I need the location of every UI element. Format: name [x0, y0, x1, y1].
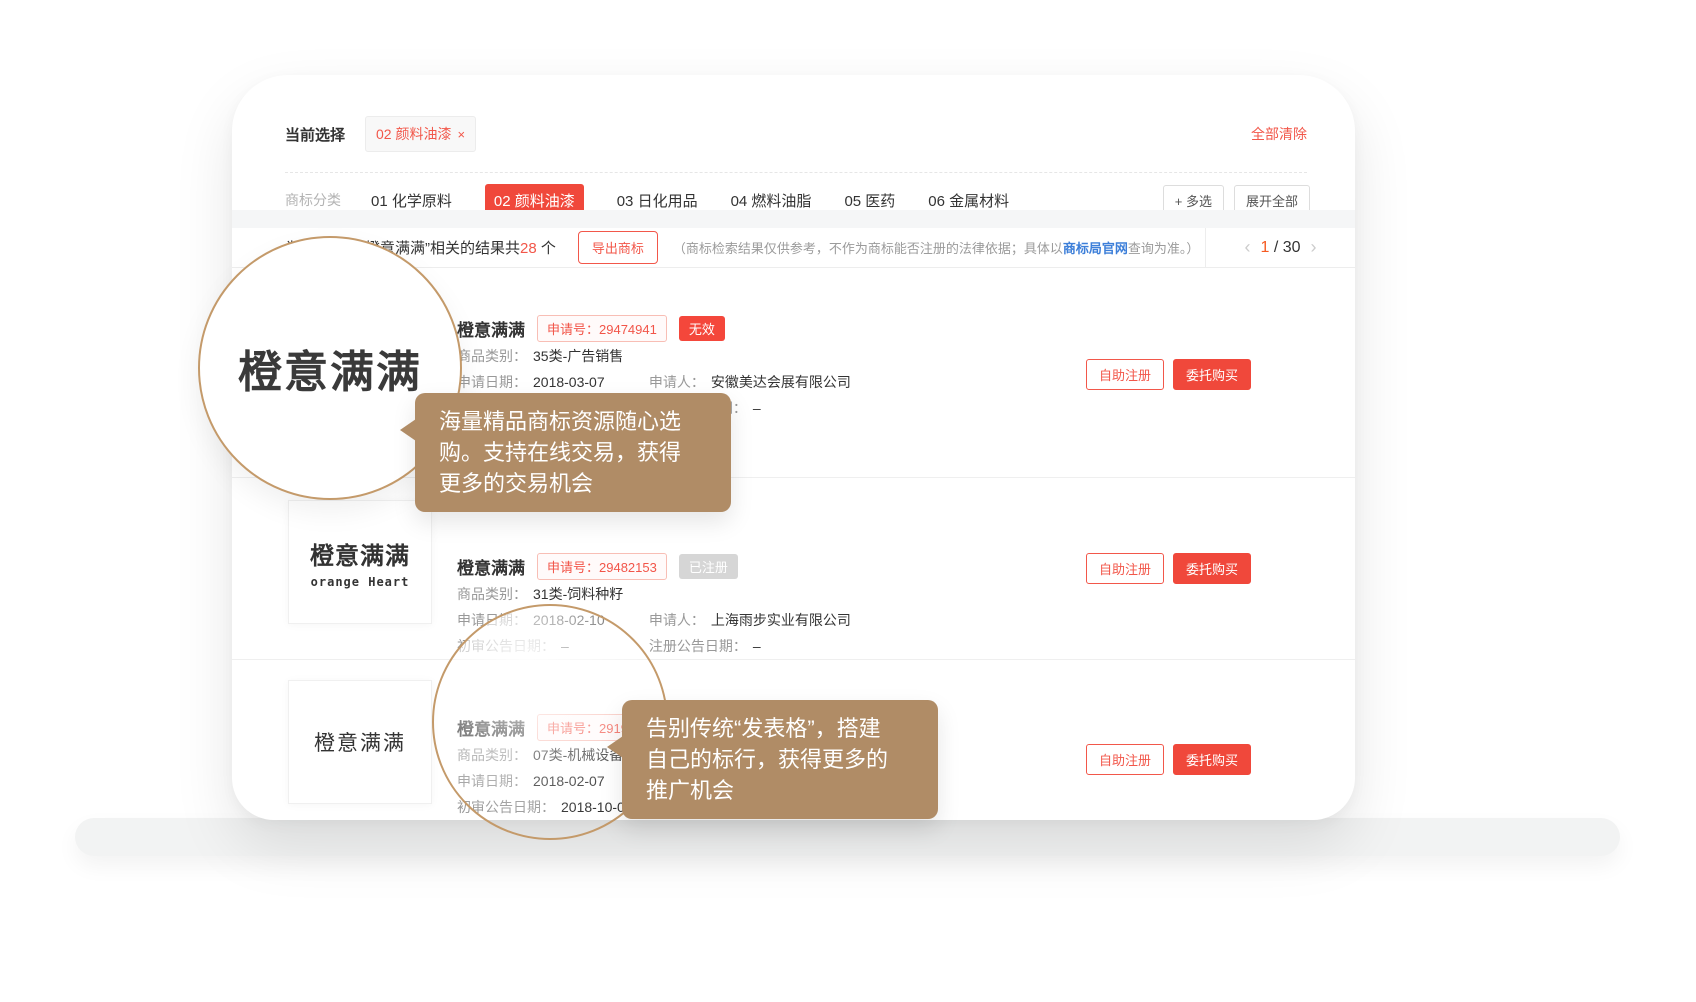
trademark-thumbnail[interactable]: 橙意满满 orange Heart	[288, 500, 432, 624]
publication-line: 初审公告日期：– 注册公告日期：–	[457, 636, 851, 656]
tooltip-line: 推广机会	[646, 775, 924, 806]
first-publication-label: 初审公告日期：	[457, 638, 555, 654]
clear-all-link[interactable]: 全部清除	[1251, 124, 1307, 144]
dates-line: 申请日期： 2018-02-10 申请人： 上海雨步实业有限公司	[457, 610, 851, 630]
tooltip-line: 自己的标行，获得更多的	[646, 744, 924, 775]
magnified-trademark-text: 橙意满满	[238, 336, 422, 400]
applicant-value: 上海雨步实业有限公司	[711, 612, 851, 628]
trademark-name: 橙意满满	[457, 554, 525, 579]
category-bar-label: 商标分类	[285, 190, 341, 210]
self-register-button[interactable]: 自助注册	[1086, 553, 1164, 584]
close-icon[interactable]: ×	[457, 127, 465, 142]
results-unit: 个	[541, 240, 556, 257]
trademark-name: 橙意满满	[457, 715, 525, 740]
apply-date-label: 申请日期：	[457, 773, 527, 789]
current-selection-bar: 当前选择 02 颜料油漆 × 全部清除	[285, 111, 1307, 157]
trademark-thumbnail[interactable]: 橙意满满	[288, 680, 432, 804]
entrust-buy-button[interactable]: 委托购买	[1173, 553, 1251, 584]
tooltip-promotion: 告别传统“发表格”，搭建 自己的标行，获得更多的 推广机会	[622, 700, 938, 819]
trademark-name: 橙意满满	[457, 316, 525, 341]
results-disclaimer: （商标检索结果仅供参考，不作为商标能否注册的法律依据；具体以商标局官网查询为准。…	[673, 238, 1200, 257]
tooltip-line: 海量精品商标资源随心选	[439, 406, 717, 437]
current-page: 1	[1260, 239, 1269, 256]
category-line: 商品类别： 31类-饲料种籽	[457, 584, 851, 604]
apply-date-value: 2018-02-07	[533, 773, 605, 789]
trademark-details: 橙意满满 申请号：29482153 已注册 商品类别： 31类-饲料种籽 申请日期…	[457, 554, 851, 656]
category-line: 商品类别： 35类-广告销售	[457, 346, 851, 366]
first-publication-label: 初审公告日期：	[457, 799, 555, 815]
chevron-right-icon[interactable]: ›	[1311, 237, 1317, 258]
laptop-base-bar	[75, 818, 1620, 856]
category-item-04[interactable]: 04 燃料油脂	[731, 190, 812, 211]
result-row-2: 橙意满满 orange Heart 橙意满满 申请号：29482153 已注册 …	[232, 478, 1355, 660]
tooltip-trade-resources: 海量精品商标资源随心选 购。支持在线交易，获得 更多的交易机会	[415, 393, 731, 512]
application-number-value: 29482153	[599, 560, 657, 575]
entrust-buy-button[interactable]: 委托购买	[1173, 359, 1251, 390]
apply-date-label: 申请日期：	[457, 612, 527, 628]
application-number-label: 申请号：	[547, 560, 599, 575]
status-badge: 无效	[679, 316, 725, 341]
category-item-06[interactable]: 06 金属材料	[928, 190, 1009, 211]
plus-icon: +	[1175, 194, 1183, 209]
row-actions: 自助注册 委托购买	[1086, 359, 1251, 390]
registration-publication-label: 注册公告日期：	[649, 638, 747, 654]
application-number-value: 29474941	[599, 322, 657, 337]
tooltip-line: 购。支持在线交易，获得	[439, 437, 717, 468]
apply-date-value: 2018-02-10	[533, 612, 605, 628]
registration-publication-value: –	[753, 400, 761, 416]
total-pages: 30	[1283, 239, 1301, 256]
disclaimer-text-post: 查询为准。）	[1128, 241, 1200, 256]
thumbnail-subtext: orange Heart	[311, 575, 410, 589]
selected-filter-tag-label: 02 颜料油漆	[376, 124, 451, 144]
dates-line: 申请日期： 2018-03-07 申请人： 安徽美达会展有限公司	[457, 372, 851, 392]
current-selection-label: 当前选择	[285, 124, 345, 145]
multi-select-label: 多选	[1186, 194, 1212, 209]
page: 当前选择 02 颜料油漆 × 全部清除 商标分类 01 化学原料 02 颜料油漆…	[0, 0, 1696, 1002]
results-count: 28	[520, 240, 537, 257]
thumbnail-text: 橙意满满	[314, 727, 406, 757]
pagination: ‹ 1 / 30 ›	[1205, 228, 1355, 267]
tooltip-arrow-left-icon	[607, 736, 623, 758]
apply-date-value: 2018-03-07	[533, 374, 605, 390]
first-publication-value: –	[561, 638, 569, 654]
entrust-buy-button[interactable]: 委托购买	[1173, 744, 1251, 775]
status-badge: 已注册	[679, 554, 738, 579]
category-value: 35类-广告销售	[533, 348, 623, 364]
category-item-05[interactable]: 05 医药	[844, 190, 895, 211]
application-number-tag: 申请号：29474941	[537, 315, 667, 342]
self-register-button[interactable]: 自助注册	[1086, 359, 1164, 390]
disclaimer-text-pre: （商标检索结果仅供参考，不作为商标能否注册的法律依据；具体以	[673, 241, 1063, 256]
trademark-title-row: 橙意满满 申请号：29474941 无效	[457, 316, 851, 340]
thumbnail-text: 橙意满满	[310, 536, 410, 571]
trademark-title-row: 橙意满满 申请号：29482153 已注册	[457, 554, 851, 578]
tooltip-line: 更多的交易机会	[439, 468, 717, 499]
applicant-label: 申请人：	[649, 612, 705, 628]
export-trademark-button[interactable]: 导出商标	[578, 231, 658, 264]
category-value: 31类-饲料种籽	[533, 586, 623, 602]
category-item-03[interactable]: 03 日化用品	[617, 190, 698, 211]
registration-publication-value: –	[753, 638, 761, 654]
chevron-left-icon[interactable]: ‹	[1244, 237, 1250, 258]
trademark-office-link[interactable]: 商标局官网	[1063, 241, 1128, 256]
page-separator: /	[1274, 239, 1278, 256]
tooltip-line: 告别传统“发表格”，搭建	[646, 713, 924, 744]
apply-date-label: 申请日期：	[457, 374, 527, 390]
application-number-label: 申请号：	[547, 721, 599, 736]
category-label: 商品类别：	[457, 747, 527, 763]
row-actions: 自助注册 委托购买	[1086, 744, 1251, 775]
page-indicator: 1 / 30	[1260, 239, 1300, 257]
category-item-01[interactable]: 01 化学原料	[371, 190, 452, 211]
category-label: 商品类别：	[457, 586, 527, 602]
self-register-button[interactable]: 自助注册	[1086, 744, 1164, 775]
row-actions: 自助注册 委托购买	[1086, 553, 1251, 584]
category-label: 商品类别：	[457, 348, 527, 364]
section-divider-strip	[232, 210, 1355, 228]
application-number-tag: 申请号：29482153	[537, 553, 667, 580]
tooltip-arrow-left-icon	[400, 419, 416, 441]
selected-filter-tag[interactable]: 02 颜料油漆 ×	[365, 116, 476, 152]
applicant-label: 申请人：	[649, 374, 705, 390]
applicant-value: 安徽美达会展有限公司	[711, 374, 851, 390]
application-number-label: 申请号：	[547, 322, 599, 337]
